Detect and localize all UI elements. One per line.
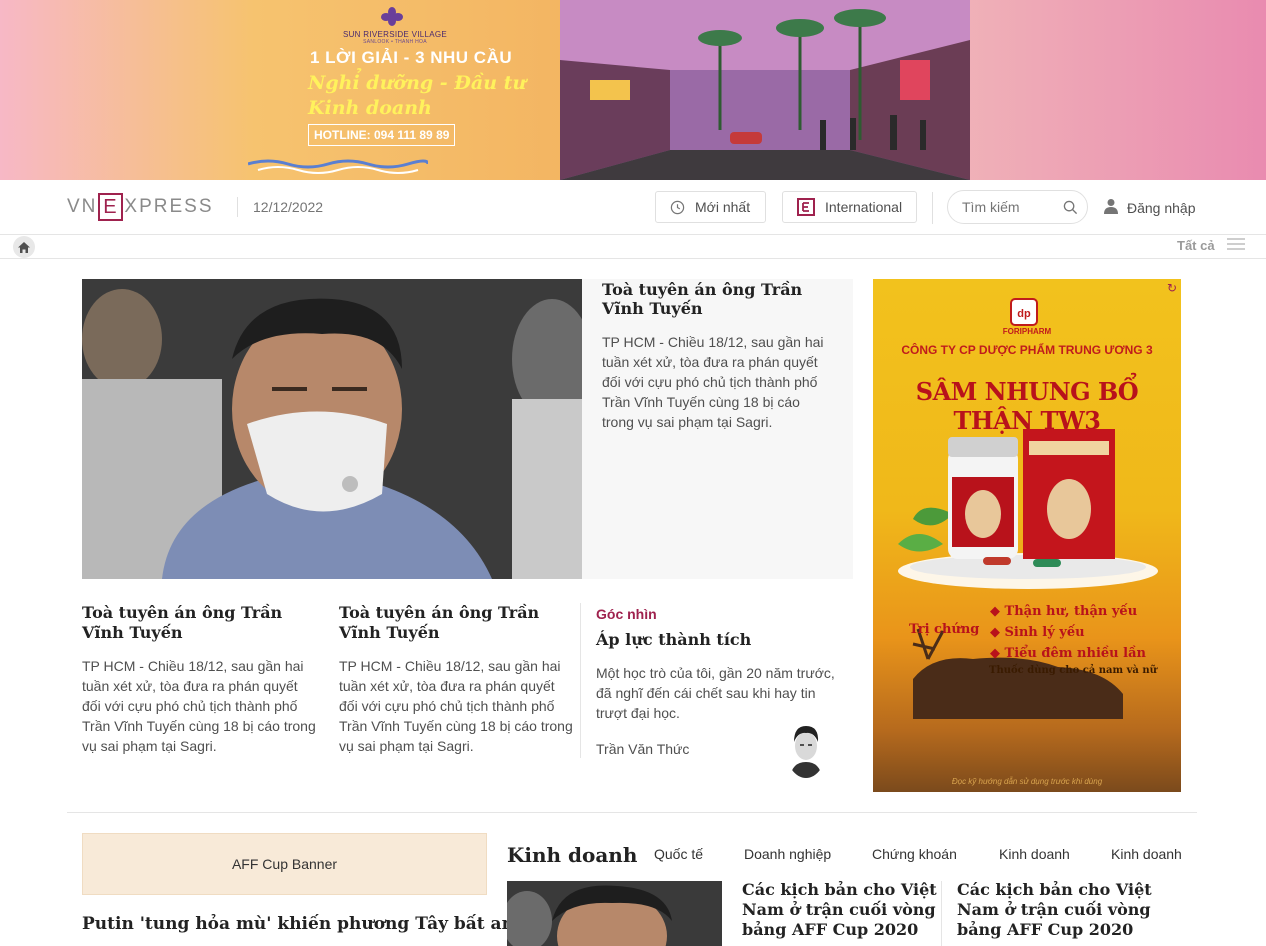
sub-news-desc: TP HCM - Chiều 18/12, sau gần hai tuần x… — [339, 658, 573, 754]
sub-news-item: Toà tuyên án ông Trần Vĩnh Tuyến TP HCM … — [82, 603, 318, 756]
search-input[interactable]: Tìm kiếm — [947, 190, 1088, 224]
opinion-category[interactable]: Góc nhìn — [596, 606, 836, 622]
clock-icon — [670, 200, 685, 215]
top-ad-hotline: HOTLINE: 094 111 89 89 — [308, 124, 456, 146]
site-header: VN E XPRESS 12/12/2022 Mới nhất Internatio… — [0, 180, 1266, 235]
user-icon — [1103, 198, 1119, 217]
business-section-title[interactable]: Kinh doanh — [507, 843, 637, 867]
international-button[interactable]: International — [782, 191, 917, 223]
ad-footer-note: Đọc kỹ hướng dẫn sử dụng trước khi dùng — [951, 777, 1103, 786]
svg-text:dp: dp — [1017, 308, 1031, 320]
sub-news-title[interactable]: Toà tuyên án ông Trần Vĩnh Tuyến — [82, 603, 318, 643]
top-ad-line2: Kinh doanh — [308, 97, 432, 119]
ad-note: Thuốc dùng cho cả nam và nữ — [989, 665, 1157, 676]
header-divider — [237, 197, 238, 217]
ad-tri-chung: Trị chứng — [909, 622, 980, 637]
top-ad-street-image — [560, 0, 970, 180]
putin-article-title[interactable]: Putin 'tung hỏa mù' khiến phương Tây bất… — [82, 914, 514, 934]
pharma-logo-icon: dp — [1010, 298, 1038, 326]
ad-company: CÔNG TY CP DƯỢC PHẨM TRUNG ƯƠNG 3 — [901, 343, 1153, 357]
top-ad-text-area: SUN RIVERSIDE VILLAGE SANLOOK • THANH HO… — [240, 0, 570, 180]
ad-company-name: FORIPHARM — [1002, 327, 1052, 336]
home-icon[interactable] — [13, 236, 35, 258]
side-ad-banner[interactable]: ↻ dp FORIPHARM CÔNG TY CP DƯỢC PHẨM TRUN… — [873, 279, 1181, 792]
column-divider — [941, 881, 942, 946]
subcategory-link[interactable]: Quốc tế — [654, 846, 703, 862]
sub-news-title[interactable]: Toà tuyên án ông Trần Vĩnh Tuyến — [339, 603, 575, 643]
top-banner-ad[interactable]: SUN RIVERSIDE VILLAGE SANLOOK • THANH HO… — [0, 0, 1266, 180]
e-logo-icon — [797, 198, 815, 216]
featured-article-text: Toà tuyên án ông Trần Vĩnh Tuyến TP HCM … — [582, 279, 853, 579]
column-divider — [580, 603, 581, 758]
business-article-title[interactable]: Các kịch bản cho Việt Nam ở trận cuối vò… — [742, 880, 947, 940]
featured-article-image[interactable] — [82, 279, 582, 579]
subcategory-link[interactable]: Kinh doanh — [1111, 846, 1182, 862]
top-ad-brand: SUN RIVERSIDE VILLAGE SANLOOK • THANH HO… — [342, 30, 448, 45]
search-icon[interactable] — [1063, 200, 1078, 218]
ad-refresh-icon[interactable]: ↻ — [1167, 281, 1177, 295]
top-ad-tagline: 1 LỜI GIẢI - 3 NHU CẦU — [310, 48, 513, 67]
opinion-desc: Một học trò của tôi, gần 20 năm trước, đ… — [596, 665, 835, 721]
subcategory-link[interactable]: Chứng khoán — [872, 846, 957, 862]
header-divider — [932, 192, 933, 224]
featured-article-desc: TP HCM - Chiều 18/12, sau gần hai tuần x… — [602, 334, 824, 430]
author-avatar[interactable] — [786, 722, 826, 778]
vnexpress-logo[interactable]: VN E XPRESS — [67, 193, 214, 221]
wave-decoration-icon — [248, 159, 428, 174]
aff-cup-banner[interactable]: AFF Cup Banner — [82, 833, 487, 895]
category-nav: Tất cả — [0, 235, 1266, 259]
business-article-image[interactable] — [507, 881, 722, 946]
subcategory-link[interactable]: Doanh nghiệp — [744, 846, 831, 862]
current-date: 12/12/2022 — [253, 199, 324, 215]
opinion-author[interactable]: Trần Văn Thức — [596, 741, 689, 757]
featured-article-title[interactable]: Toà tuyên án ông Trần Vĩnh Tuyến — [602, 280, 833, 318]
subcategory-link[interactable]: Kinh doanh — [999, 846, 1070, 862]
opinion-article: Góc nhìn Áp lực thành tích Một học trò c… — [596, 606, 836, 778]
all-categories-button[interactable]: Tất cả — [1177, 238, 1245, 253]
login-button[interactable]: Đăng nhập — [1103, 198, 1196, 217]
flower-logo-icon — [381, 7, 403, 26]
sub-news-item: Toà tuyên án ông Trần Vĩnh Tuyến TP HCM … — [339, 603, 575, 756]
business-article-title[interactable]: Các kịch bản cho Việt Nam ở trận cuối vò… — [957, 880, 1162, 940]
sub-news-desc: TP HCM - Chiều 18/12, sau gần hai tuần x… — [82, 658, 316, 754]
top-ad-line1: Nghỉ dưỡng - Đầu tư — [308, 72, 527, 94]
hamburger-menu-icon — [1226, 238, 1245, 253]
section-divider — [67, 812, 1197, 813]
latest-news-button[interactable]: Mới nhất — [655, 191, 766, 223]
ad-benefit-list: ◆ Thận hư, thận yếu ◆ Sinh lý yếu ◆ Tiểu… — [990, 604, 1146, 661]
opinion-title[interactable]: Áp lực thành tích — [596, 630, 836, 649]
